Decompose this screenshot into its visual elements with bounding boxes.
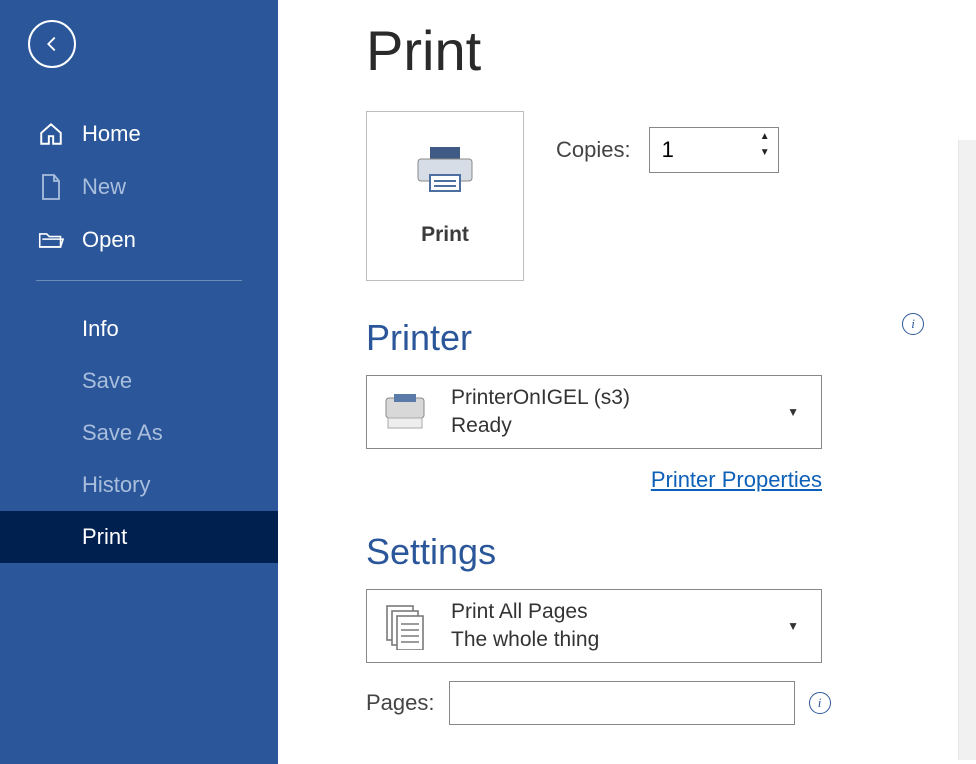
page-title: Print [366,18,926,83]
print-button-label: Print [421,223,469,247]
chevron-down-icon: ▼ [777,405,807,419]
printer-info-icon[interactable]: i [902,313,924,335]
print-scope-subtitle: The whole thing [451,628,755,652]
sidebar-item-save-as[interactable]: Save As [0,407,278,459]
settings-section: Settings Print All Pages The whole thing… [366,531,926,725]
sidebar-item-home[interactable]: Home [0,108,278,160]
sidebar-item-save[interactable]: Save [0,355,278,407]
copies-spinner[interactable]: 1 ▲ ▼ [649,127,779,173]
sidebar-item-label: Print [82,524,127,550]
pages-input[interactable] [449,681,795,725]
pages-info-icon[interactable]: i [809,692,831,714]
copies-value: 1 [662,137,674,163]
printer-dropdown[interactable]: PrinterOnIGEL (s3) Ready ▼ [366,375,822,449]
sidebar-item-label: Save [82,368,132,394]
sidebar-item-print[interactable]: Print [0,511,278,563]
backstage-sidebar: Home New Open Info Save Save As History … [0,0,278,764]
copies-increment[interactable]: ▲ [760,132,770,142]
copies-decrement[interactable]: ▼ [760,148,770,158]
pages-stack-icon [381,602,429,650]
pages-label: Pages: [366,690,435,716]
sidebar-item-label: New [82,174,126,200]
print-top-row: Print Copies: 1 ▲ ▼ [366,111,926,281]
new-document-icon [38,173,64,201]
home-icon [38,121,64,147]
printer-icon [414,145,476,195]
sidebar-divider [36,280,242,281]
back-arrow-icon [41,33,63,55]
sidebar-item-label: Home [82,121,141,147]
printer-status: Ready [451,414,755,438]
printer-device-icon [381,394,429,430]
print-scope-title: Print All Pages [451,600,755,624]
sidebar-item-label: History [82,472,150,498]
printer-section: i Printer PrinterOnIGEL (s3) Ready ▼ Pri… [366,317,926,493]
pages-row: Pages: i [366,681,926,725]
print-backstage-panel: Print Print Copies: 1 ▲ ▼ i [278,0,976,764]
sidebar-item-info[interactable]: Info [0,303,278,355]
sidebar-item-label: Open [82,227,136,253]
vertical-scrollbar[interactable] [958,140,976,760]
copies-label: Copies: [556,137,631,163]
printer-name: PrinterOnIGEL (s3) [451,386,755,410]
sidebar-item-history[interactable]: History [0,459,278,511]
sidebar-item-open[interactable]: Open [0,214,278,266]
open-folder-icon [38,229,64,251]
printer-heading: Printer [366,317,926,359]
sidebar-item-new[interactable]: New [0,160,278,214]
back-button[interactable] [28,20,76,68]
sidebar-item-label: Info [82,316,119,342]
sidebar-item-label: Save As [82,420,163,446]
printer-properties-link[interactable]: Printer Properties [366,467,822,493]
print-scope-dropdown[interactable]: Print All Pages The whole thing ▼ [366,589,822,663]
print-button[interactable]: Print [366,111,524,281]
chevron-down-icon: ▼ [777,619,807,633]
copies-control: Copies: 1 ▲ ▼ [556,127,779,173]
settings-heading: Settings [366,531,926,573]
